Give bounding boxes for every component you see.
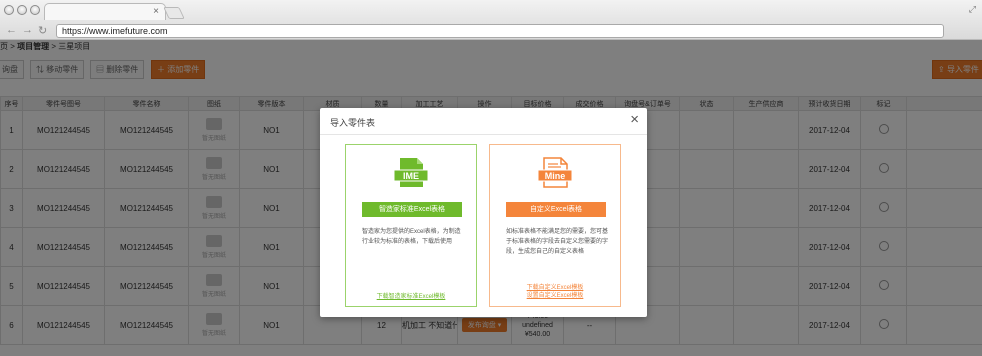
close-icon[interactable]: × [630,112,639,127]
setup-custom-link[interactable]: 设置自定义Excel模板 [490,292,620,300]
tab-close-icon[interactable]: × [153,6,159,17]
url-bar[interactable]: https://www.imefuture.com [56,24,944,38]
import-parts-dialog: 导入零件表 × IME 智造家标准Excel表格 智造家为您提供的Excel表格… [320,108,647,317]
custom-description: 如标准表格不能满足您的需要，您可基于标准表格的字段去自定义您需要的字段，生成您自… [506,229,609,255]
browser-tab[interactable]: × [44,3,166,20]
custom-template-card: Mine 自定义Excel表格 如标准表格不能满足您的需要，您可基于标准表格的字… [489,144,621,307]
close-window-icon[interactable] [4,5,14,15]
reload-icon[interactable]: ↻ [38,24,47,37]
excel-file-mine-icon: Mine [537,157,573,188]
excel-file-ime-icon: IME [393,158,429,187]
window-controls [4,5,40,15]
download-custom-link[interactable]: 下载自定义Excel模板 [490,284,620,292]
dialog-title: 导入零件表 [330,118,376,128]
mine-label: Mine [545,171,566,181]
back-icon[interactable]: ← [6,24,17,36]
new-tab-button[interactable] [163,7,185,19]
ime-label: IME [403,171,419,181]
custom-excel-button[interactable]: 自定义Excel表格 [506,202,606,217]
standard-excel-button[interactable]: 智造家标准Excel表格 [362,202,462,217]
minimize-window-icon[interactable] [17,5,27,15]
zoom-window-icon[interactable] [30,5,40,15]
download-standard-link[interactable]: 下载智造家标准Excel模板 [346,293,476,301]
standard-description: 智造家为您提供的Excel表格，为制造行业较为标准的表格，下载后使用 [362,229,461,245]
fullscreen-icon[interactable]: ⤢ [969,4,976,15]
standard-template-card: IME 智造家标准Excel表格 智造家为您提供的Excel表格，为制造行业较为… [345,144,477,307]
browser-chrome: × ⤢ ← → ↻ https://www.imefuture.com [0,0,982,40]
dialog-header: 导入零件表 × [320,108,647,135]
forward-icon[interactable]: → [22,24,33,36]
